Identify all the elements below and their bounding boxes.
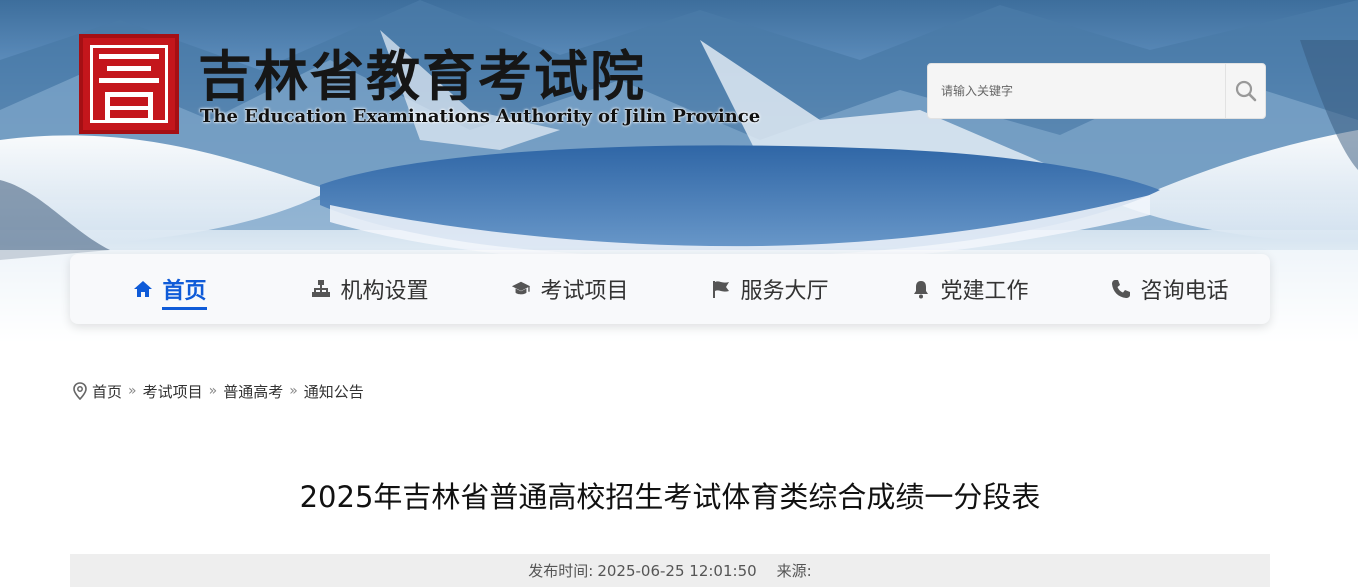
phone-icon [1111,279,1131,299]
publish-time-label: 发布时间: [528,562,594,580]
org-chart-icon [311,279,331,299]
nav-item-party-building[interactable]: 党建工作 [870,254,1070,324]
nav-label: 服务大厅 [740,279,829,304]
nav-item-hotline[interactable]: 咨询电话 [1070,254,1270,324]
nav-label: 党建工作 [940,279,1029,304]
location-pin-icon [72,382,88,400]
nav-item-exams[interactable]: 考试项目 [470,254,670,324]
nav-item-home[interactable]: 首页 [70,254,270,324]
publish-time: 2025-06-25 12:01:50 [597,561,757,580]
flag-icon [711,279,731,299]
breadcrumb-home[interactable]: 首页 [92,381,122,402]
logo-seal [79,34,179,134]
breadcrumb-separator-icon: » [289,383,298,399]
graduation-cap-icon [511,279,531,299]
nav-label: 考试项目 [540,279,629,304]
article-title: 2025年吉林省普通高校招生考试体育类综合成绩一分段表 [299,480,1041,514]
search-box [927,63,1266,119]
breadcrumb-exams[interactable]: 考试项目 [143,381,203,402]
site-title: 吉林省教育考试院 [198,44,646,108]
breadcrumb-gaokao[interactable]: 普通高考 [223,381,283,402]
nav-item-service-hall[interactable]: 服务大厅 [670,254,870,324]
nav-item-organization[interactable]: 机构设置 [270,254,470,324]
breadcrumb: 首页 » 考试项目 » 普通高考 » 通知公告 [72,380,364,402]
breadcrumb-separator-icon: » [208,383,218,399]
site-subtitle: The Education Examinations Authority of … [200,106,761,127]
home-icon [133,279,153,299]
nav-label: 首页 [162,273,207,310]
nav-label: 机构设置 [340,279,429,304]
search-input[interactable] [929,65,1226,117]
source-label: 来源: [776,562,812,580]
search-icon [1235,80,1256,102]
main-nav: 首页 机构设置 考试项目 服务大厅 党建工作 咨询电话 [70,254,1270,324]
breadcrumb-separator-icon: » [128,383,137,399]
article-meta: 发布时间: 2025-06-25 12:01:50 来源: [70,554,1270,587]
bell-icon [911,279,931,299]
nav-label: 咨询电话 [1140,279,1229,304]
search-button[interactable] [1225,64,1265,118]
breadcrumb-notices[interactable]: 通知公告 [304,381,364,402]
